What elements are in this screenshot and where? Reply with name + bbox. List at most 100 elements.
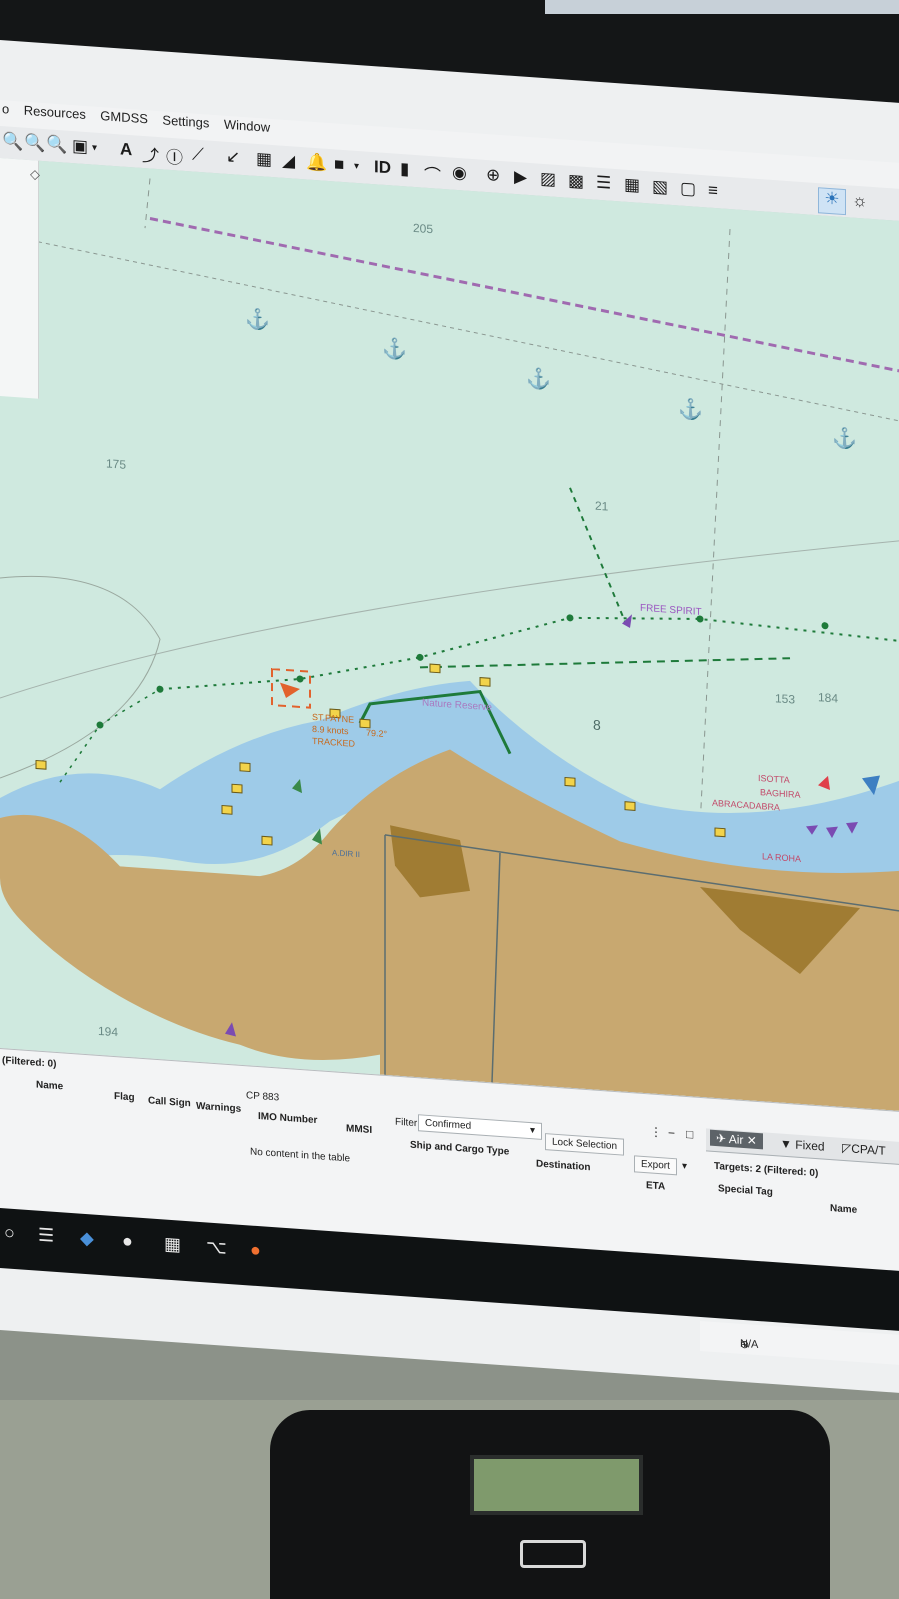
day-mode-icon[interactable]: ☀ [818, 187, 846, 216]
maximize-icon[interactable]: □ [686, 1127, 693, 1142]
arrow-tool-icon[interactable]: ↙ [226, 147, 240, 168]
zoom-in-icon[interactable]: 🔍 [2, 131, 23, 152]
buoy-marker[interactable] [35, 759, 47, 770]
buoy-marker[interactable] [231, 783, 243, 794]
route-waypoint[interactable] [416, 653, 424, 661]
vessel-label-abracadabra[interactable]: ABRACADABRA [712, 798, 780, 813]
planned-route-line[interactable] [419, 632, 791, 693]
buoy-marker[interactable] [261, 835, 273, 846]
camera-icon[interactable]: ▨ [540, 169, 556, 190]
depth-sounding: 184 [818, 690, 838, 705]
grid-icon[interactable]: ▦ [624, 175, 640, 196]
database-icon[interactable]: ≡ [708, 181, 718, 202]
task-view-icon[interactable]: ☰ [38, 1225, 54, 1247]
close-icon[interactable]: ✕ [747, 1133, 757, 1148]
compass-icon[interactable]: Ⓘ [166, 143, 183, 169]
id-button[interactable]: ID [374, 157, 391, 178]
ship-icon[interactable]: ▮ [400, 159, 409, 180]
layer-side-panel[interactable]: ◇ [0, 158, 40, 399]
buoy-marker[interactable] [479, 677, 491, 687]
menu-item-resources[interactable]: Resources [24, 103, 86, 122]
tab-fixed[interactable]: ▼ Fixed [780, 1137, 825, 1154]
column-header-destination[interactable]: Destination [536, 1158, 590, 1173]
menu-item-gmdss[interactable]: GMDSS [100, 108, 148, 126]
buoy-marker[interactable] [359, 718, 371, 729]
vessel-label-adir[interactable]: A.DIR II [332, 848, 360, 859]
pointer-icon[interactable]: ⟋ [192, 144, 204, 165]
calculator-app-icon[interactable]: ▦ [164, 1233, 181, 1255]
vessel-label-baghira[interactable]: BAGHIRA [760, 787, 800, 800]
column-header-eta[interactable]: ETA [646, 1180, 665, 1192]
chart-canvas[interactable]: ⚓ ⚓ ⚓ ⚓ ⚓ 205 21 175 153 184 8 194 FREE … [0, 158, 899, 1120]
vessel-icon[interactable] [622, 613, 632, 629]
chevron-down-icon[interactable]: ▾ [354, 161, 359, 172]
night-mode-icon[interactable]: ☼ [852, 191, 868, 212]
route-waypoint[interactable] [566, 614, 574, 622]
list-icon[interactable]: ☰ [596, 173, 611, 194]
phone-button [520, 1540, 586, 1568]
layers-icon[interactable]: ◇ [30, 166, 46, 183]
eye-icon[interactable]: ◉ [452, 163, 467, 184]
plug-app-icon[interactable]: ⌥ [206, 1236, 227, 1258]
column-header-flag[interactable]: Flag [114, 1091, 135, 1103]
route-waypoint[interactable] [296, 675, 304, 683]
column-header-ship-cargo[interactable]: Ship and Cargo Type [410, 1140, 509, 1158]
buoy-marker[interactable] [239, 762, 251, 773]
menu-item-window[interactable]: Window [224, 117, 270, 135]
app-icon[interactable]: ◆ [80, 1228, 94, 1250]
chevron-down-icon[interactable]: ▾ [682, 1161, 687, 1172]
column-header-mmsi[interactable]: MMSI [346, 1123, 372, 1136]
column-header-special-tag[interactable]: Special Tag [718, 1183, 773, 1198]
buoy-marker[interactable] [714, 827, 726, 838]
column-header-name[interactable]: Name [36, 1080, 63, 1093]
measure-icon[interactable]: ◢ [282, 151, 295, 172]
planned-route-line[interactable] [59, 682, 161, 789]
column-header-imo[interactable]: IMO Number [258, 1111, 317, 1126]
bell-icon[interactable]: 🔔 [306, 152, 327, 173]
image-icon[interactable]: ▣ [72, 136, 88, 157]
position-value: N/A [740, 1337, 759, 1352]
planned-route-line[interactable] [159, 581, 899, 741]
zoom-out-icon[interactable]: 🔍 [24, 133, 45, 154]
column-header-warnings[interactable]: Warnings [196, 1101, 241, 1115]
tab-cpa[interactable]: ◸CPA/T [842, 1141, 886, 1158]
more-icon[interactable]: ⋮ [650, 1124, 662, 1139]
globe-icon[interactable]: ⊕ [486, 165, 500, 186]
cpa-icon: ◸ [842, 1140, 852, 1156]
3d-view-icon[interactable]: ▢ [680, 179, 696, 200]
filter-select[interactable]: Confirmed ▾ [418, 1114, 542, 1140]
firefox-icon[interactable]: ● [250, 1239, 261, 1261]
vessel-label-free-spirit[interactable]: FREE SPIRIT [640, 603, 702, 618]
minimize-icon[interactable]: − [668, 1126, 675, 1140]
buoy-marker[interactable] [429, 663, 441, 674]
route-waypoint[interactable] [156, 685, 164, 693]
route-tool-icon[interactable]: ⤴ [142, 141, 159, 167]
buoy-marker[interactable] [564, 776, 576, 787]
selected-vessel-icon[interactable] [280, 682, 300, 699]
lock-selection-button[interactable]: Lock Selection [545, 1133, 625, 1156]
column-header-call-sign[interactable]: Call Sign [148, 1095, 191, 1109]
menu-item-settings[interactable]: Settings [162, 112, 209, 130]
buoy-marker[interactable] [221, 804, 233, 815]
tab-air[interactable]: ✈ Air ✕ [710, 1129, 763, 1150]
restricted-boundary-line [149, 217, 899, 373]
play-icon[interactable]: ▶ [514, 167, 527, 188]
buoy-marker[interactable] [624, 801, 636, 811]
search-icon[interactable]: ○ [4, 1222, 15, 1244]
calculator-icon[interactable]: ▦ [256, 149, 272, 170]
app-icon[interactable]: ● [122, 1231, 133, 1253]
route-waypoint[interactable] [821, 622, 829, 630]
text-tool-button[interactable]: A [120, 139, 132, 160]
vessel-icon[interactable] [818, 775, 830, 791]
map-icon[interactable]: ▧ [652, 177, 668, 198]
settings-screen-icon[interactable]: ▩ [568, 171, 584, 192]
chevron-down-icon[interactable]: ▾ [92, 142, 97, 153]
zoom-fit-icon[interactable]: 🔍 [46, 134, 67, 155]
export-button[interactable]: Export [634, 1155, 677, 1176]
column-header-target-name[interactable]: Name [830, 1203, 857, 1216]
curve-icon[interactable]: ⌒ [424, 161, 441, 187]
menu-item-partial[interactable]: o [2, 101, 9, 117]
bookmark-icon[interactable]: ■ [334, 154, 344, 175]
vessel-label-isotta[interactable]: ISOTTA [758, 773, 790, 785]
nautical-chart[interactable]: ⚓ ⚓ ⚓ ⚓ ⚓ 205 21 175 153 184 8 194 FREE … [0, 158, 899, 1120]
